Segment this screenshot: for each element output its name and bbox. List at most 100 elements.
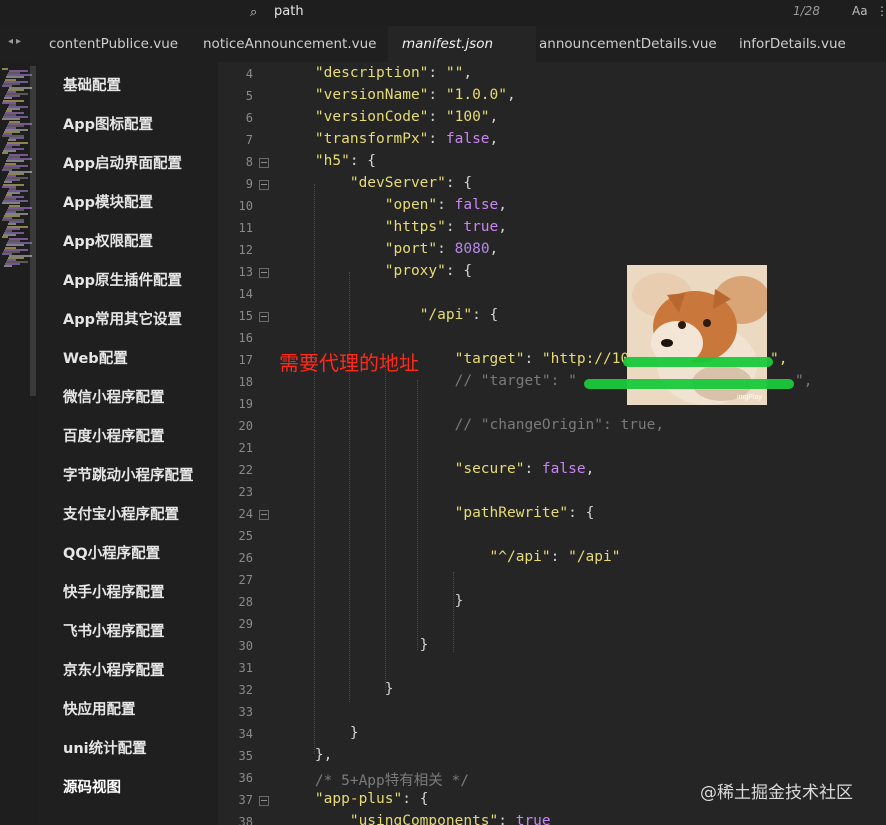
minimap-line: [2, 152, 8, 154]
code-token: :: [445, 219, 464, 235]
code-line[interactable]: "transformPx": false,: [280, 131, 498, 147]
code-token: /* 5+App特有相关 */: [314, 773, 469, 789]
search-input[interactable]: path: [274, 4, 304, 19]
code-token: "devServer": [349, 175, 446, 191]
line-number: 30: [238, 639, 253, 653]
code-line[interactable]: }: [280, 593, 464, 609]
line-number: 38: [238, 815, 253, 825]
code-token: :: [428, 131, 446, 147]
settings-sidebar: 基础配置 App图标配置 App启动界面配置 App模块配置 App权限配置 App原生插…: [38, 62, 218, 825]
code-line[interactable]: "port": 8080,: [280, 241, 499, 257]
code-token: ,: [489, 131, 499, 147]
sidebar-item[interactable]: 快手小程序配置: [63, 581, 165, 602]
line-number: 10: [238, 199, 253, 213]
code-token: true: [515, 813, 551, 825]
code-token: "100": [445, 109, 490, 125]
minimap-slider[interactable]: [30, 66, 36, 396]
code-line[interactable]: },: [280, 747, 332, 763]
code-line[interactable]: "target": "http://10: [280, 351, 630, 367]
code-line[interactable]: "versionName": "1.0.0",: [280, 87, 516, 103]
sidebar-item[interactable]: uni统计配置: [63, 737, 147, 758]
fold-toggle-icon[interactable]: [259, 180, 269, 190]
tab-bar: ◂▸ contentPublice.vue noticeAnnouncement…: [0, 26, 886, 63]
sidebar-item[interactable]: 支付宝小程序配置: [63, 503, 179, 524]
minimap[interactable]: [0, 62, 38, 825]
code-line[interactable]: "/api": {: [280, 307, 499, 323]
match-count: 1/28: [793, 4, 820, 18]
fold-toggle-icon[interactable]: [259, 268, 269, 278]
sidebar-item[interactable]: QQ小程序配置: [63, 542, 160, 563]
sidebar-item[interactable]: 飞书小程序配置: [63, 620, 165, 641]
code-token: "pathRewrite": [454, 505, 569, 521]
code-token: "versionCode": [314, 109, 429, 125]
code-line[interactable]: "secure": false,: [280, 461, 595, 477]
code-line[interactable]: "app-plus": {: [280, 791, 429, 807]
code-token: :: [550, 549, 569, 565]
sidebar-item[interactable]: 快应用配置: [63, 698, 136, 719]
line-number: 33: [238, 705, 253, 719]
line-number: 15: [238, 309, 253, 323]
fold-toggle-icon[interactable]: [259, 158, 269, 168]
code-token: "1.0.0": [445, 87, 507, 103]
code-editor[interactable]: 需要代理的地址 imgPlay 4 "description": "", 5 "v…: [218, 62, 886, 825]
sidebar-item[interactable]: Web配置: [63, 347, 128, 368]
sidebar-item[interactable]: App启动界面配置: [63, 152, 182, 173]
code-line[interactable]: }: [280, 637, 429, 653]
tab-noticeannouncement[interactable]: noticeAnnouncement.vue: [189, 26, 390, 62]
code-token: "app-plus": [314, 791, 403, 807]
code-token: "target": [454, 351, 525, 367]
line-number: 8: [245, 155, 253, 169]
minimap-line: [2, 236, 8, 238]
line-number: 31: [238, 661, 253, 675]
code-line[interactable]: /* 5+App特有相关 */: [280, 769, 469, 790]
search-icon[interactable]: ⌕: [250, 5, 266, 21]
sidebar-item[interactable]: 源码视图: [63, 776, 121, 797]
code-token: "/api": [568, 549, 621, 565]
fold-toggle-icon[interactable]: [259, 510, 269, 520]
fold-toggle-icon[interactable]: [259, 796, 269, 806]
code-line[interactable]: "usingComponents": true: [280, 813, 551, 825]
code-line[interactable]: "description": "",: [280, 65, 472, 81]
sidebar-item[interactable]: 基础配置: [63, 74, 121, 95]
code-token: // "changeOrigin": true,: [454, 417, 665, 433]
sidebar-item[interactable]: App权限配置: [63, 230, 153, 251]
sidebar-item[interactable]: 微信小程序配置: [63, 386, 165, 407]
watermark: @稀土掘金技术社区: [700, 783, 853, 803]
sidebar-item[interactable]: 字节跳动小程序配置: [63, 464, 194, 485]
tab-manifest[interactable]: manifest.json: [388, 26, 536, 62]
more-options-icon[interactable]: ⋮: [876, 4, 886, 18]
code-line[interactable]: // "target": ": [280, 373, 577, 389]
tab-nav-arrows-icon[interactable]: ◂▸: [8, 36, 24, 47]
sidebar-item[interactable]: 京东小程序配置: [63, 659, 165, 680]
code-line[interactable]: }: [280, 681, 394, 697]
line-number: 13: [238, 265, 253, 279]
code-token: :: [498, 813, 516, 825]
tab-infordetails[interactable]: inforDetails.vue: [725, 26, 860, 62]
code-line[interactable]: "h5": {: [280, 153, 376, 169]
code-line[interactable]: "versionCode": "100",: [280, 109, 498, 125]
code-token: :: [428, 65, 446, 81]
sidebar-item[interactable]: App常用其它设置: [63, 308, 182, 329]
code-line[interactable]: // "changeOrigin": true,: [280, 417, 665, 433]
code-line[interactable]: "proxy": {: [280, 263, 472, 279]
sidebar-item[interactable]: App图标配置: [63, 113, 153, 134]
code-token: false: [541, 461, 586, 477]
sidebar-item[interactable]: 百度小程序配置: [63, 425, 165, 446]
code-line[interactable]: "pathRewrite": {: [280, 505, 595, 521]
code-line[interactable]: "^/api": "/api": [280, 549, 621, 565]
sidebar-item[interactable]: App模块配置: [63, 191, 153, 212]
match-case-button[interactable]: Aa: [852, 4, 868, 18]
code-line[interactable]: }: [280, 725, 359, 741]
sidebar-item[interactable]: App原生插件配置: [63, 269, 182, 290]
code-line[interactable]: "devServer": {: [280, 175, 472, 191]
code-token: "^/api": [489, 549, 551, 565]
line-number: 26: [238, 551, 253, 565]
code-token: "port": [384, 241, 438, 257]
tab-announcementdetails[interactable]: announcementDetails.vue: [525, 26, 731, 62]
code-token: // "target": ": [454, 373, 577, 389]
fold-toggle-icon[interactable]: [259, 312, 269, 322]
line-number: 21: [238, 441, 253, 455]
tab-contentpublice[interactable]: contentPublice.vue: [35, 26, 192, 62]
code-token: }: [280, 593, 464, 609]
